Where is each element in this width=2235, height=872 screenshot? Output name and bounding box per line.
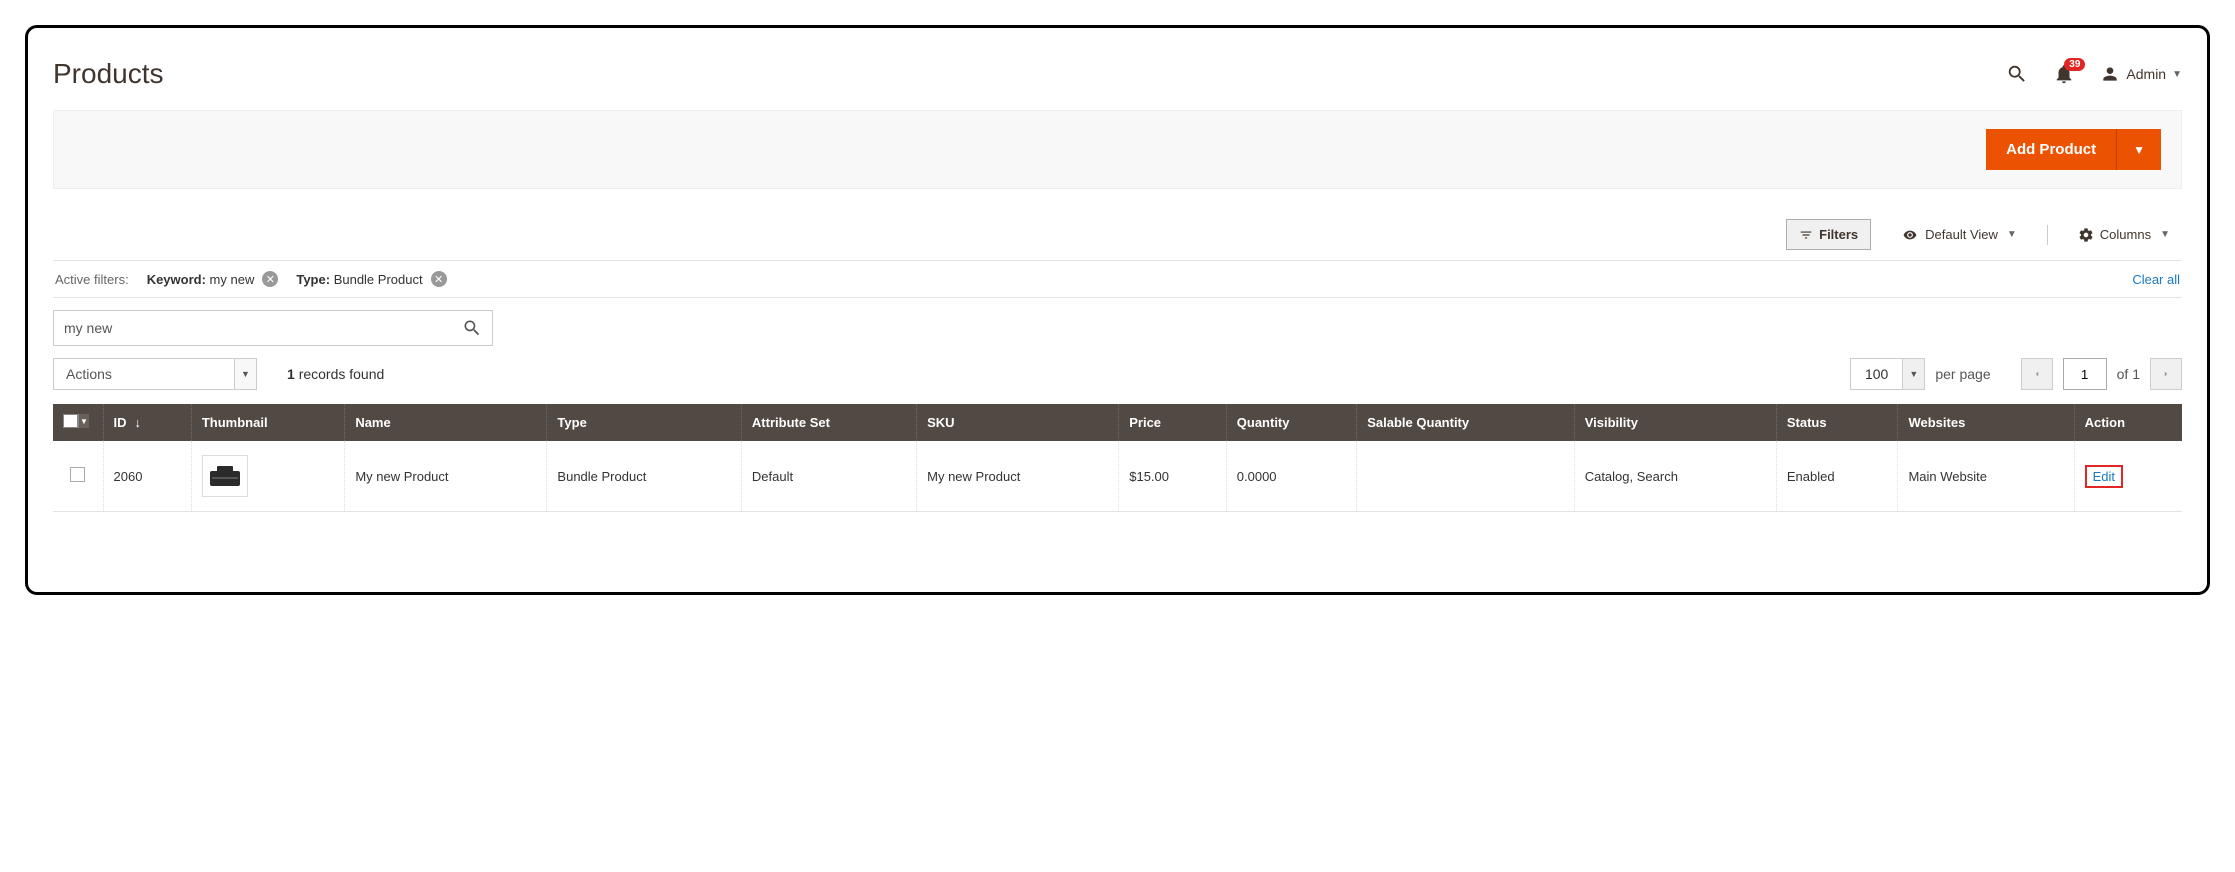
records-found: 1 records found	[287, 366, 384, 382]
cell-attribute-set: Default	[741, 441, 916, 512]
filters-label: Filters	[1819, 227, 1858, 242]
search-icon[interactable]	[2006, 63, 2028, 85]
cell-websites: Main Website	[1898, 441, 2074, 512]
next-page-button[interactable]	[2150, 358, 2182, 390]
cell-name: My new Product	[345, 441, 547, 512]
edit-link[interactable]: Edit	[2085, 465, 2123, 488]
page-input[interactable]	[2063, 358, 2107, 390]
col-status[interactable]: Status	[1776, 404, 1898, 441]
clear-all-filters[interactable]: Clear all	[2132, 272, 2180, 287]
filter-chip-type: Type: Bundle Product ✕	[296, 271, 446, 287]
caret-down-icon: ▼	[2172, 69, 2182, 80]
cell-thumbnail	[191, 441, 344, 512]
admin-label: Admin	[2126, 66, 2166, 82]
notification-count: 39	[2064, 58, 2085, 71]
col-price[interactable]: Price	[1119, 404, 1227, 441]
caret-down-icon[interactable]: ▼	[1902, 359, 1924, 389]
table-row[interactable]: 2060 My new Product Bundle Product Defau…	[53, 441, 2182, 512]
keyword-search[interactable]	[53, 310, 493, 346]
col-quantity[interactable]: Quantity	[1226, 404, 1356, 441]
col-thumbnail[interactable]: Thumbnail	[191, 404, 344, 441]
per-page-value: 100	[1851, 366, 1902, 382]
add-product-label: Add Product	[1986, 129, 2116, 170]
col-type[interactable]: Type	[547, 404, 742, 441]
products-table: ▼ ID↓ Thumbnail Name Type Attribute Set …	[53, 404, 2182, 512]
filters-button[interactable]: Filters	[1786, 219, 1871, 250]
per-page-select[interactable]: 100 ▼	[1850, 358, 1925, 390]
cell-sku: My new Product	[917, 441, 1119, 512]
add-product-button[interactable]: Add Product ▼	[1986, 129, 2161, 170]
divider	[2047, 225, 2048, 245]
page-title: Products	[53, 58, 164, 90]
admin-account-menu[interactable]: Admin ▼	[2100, 64, 2182, 84]
select-all-header[interactable]: ▼	[53, 404, 103, 441]
columns-label: Columns	[2100, 227, 2151, 242]
search-submit-icon[interactable]	[452, 318, 492, 338]
default-view-button[interactable]: Default View ▼	[1889, 220, 2029, 249]
filter-chip-keyword: Keyword: my new ✕	[147, 271, 279, 287]
col-attribute-set[interactable]: Attribute Set	[741, 404, 916, 441]
add-product-dropdown[interactable]: ▼	[2116, 129, 2161, 170]
caret-down-icon: ▼	[2160, 229, 2170, 240]
cell-status: Enabled	[1776, 441, 1898, 512]
caret-down-icon[interactable]: ▼	[234, 359, 256, 389]
bulk-actions-label: Actions	[54, 366, 234, 382]
col-sku[interactable]: SKU	[917, 404, 1119, 441]
notifications-icon[interactable]: 39	[2053, 63, 2075, 85]
cell-visibility: Catalog, Search	[1574, 441, 1776, 512]
sort-arrow-icon: ↓	[135, 415, 142, 430]
total-pages: of 1	[2117, 366, 2140, 382]
prev-page-button[interactable]	[2021, 358, 2053, 390]
col-id[interactable]: ID↓	[103, 404, 191, 441]
product-thumbnail	[202, 455, 248, 497]
col-name[interactable]: Name	[345, 404, 547, 441]
remove-filter-icon[interactable]: ✕	[431, 271, 447, 287]
cell-quantity: 0.0000	[1226, 441, 1356, 512]
caret-down-icon: ▼	[2007, 229, 2017, 240]
bulk-actions-dropdown[interactable]: Actions ▼	[53, 358, 257, 390]
row-checkbox[interactable]	[70, 467, 85, 482]
cell-id: 2060	[103, 441, 191, 512]
col-salable-quantity[interactable]: Salable Quantity	[1357, 404, 1574, 441]
search-input[interactable]	[54, 320, 452, 336]
cell-type: Bundle Product	[547, 441, 742, 512]
columns-button[interactable]: Columns ▼	[2066, 220, 2182, 250]
cell-salable-quantity	[1357, 441, 1574, 512]
col-action: Action	[2074, 404, 2182, 441]
remove-filter-icon[interactable]: ✕	[262, 271, 278, 287]
col-visibility[interactable]: Visibility	[1574, 404, 1776, 441]
per-page-label: per page	[1935, 366, 1990, 382]
default-view-label: Default View	[1925, 227, 1998, 242]
col-websites[interactable]: Websites	[1898, 404, 2074, 441]
active-filters-label: Active filters:	[55, 272, 129, 287]
cell-price: $15.00	[1119, 441, 1227, 512]
